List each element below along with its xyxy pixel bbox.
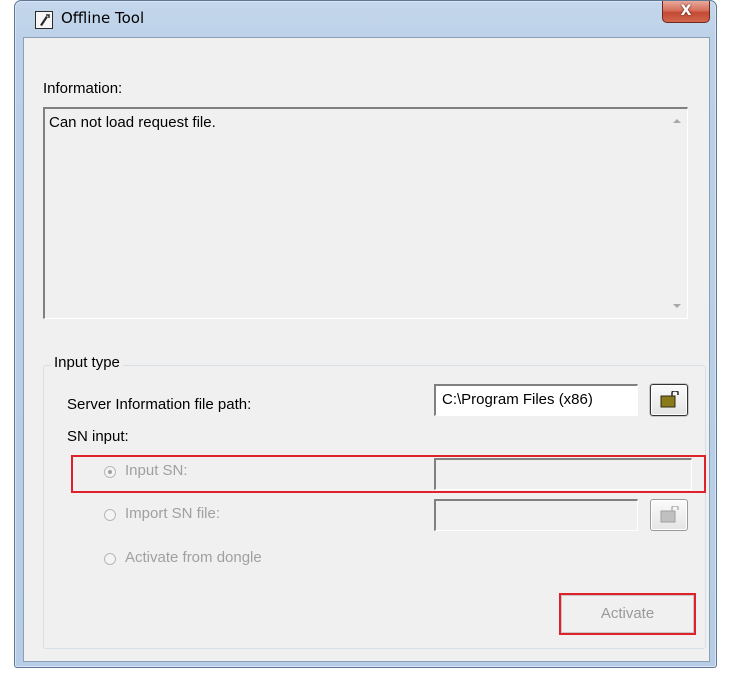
open-folder-icon xyxy=(660,506,679,523)
activate-from-dongle-radio[interactable] xyxy=(104,553,116,565)
import-sn-file-label: Import SN file: xyxy=(125,505,221,522)
close-button[interactable]: X xyxy=(662,1,710,23)
offline-tool-window: Offline Tool X Information: Can not load… xyxy=(14,0,717,668)
open-folder-icon xyxy=(660,391,679,408)
title-bar[interactable]: Offline Tool X xyxy=(15,1,716,37)
server-path-field[interactable]: C:\Program Files (x86) xyxy=(434,384,638,416)
browse-sn-file-button[interactable] xyxy=(650,499,688,531)
input-sn-label: Input SN: xyxy=(125,462,188,479)
scroll-up-arrow-icon[interactable] xyxy=(673,119,681,123)
window-title: Offline Tool xyxy=(61,9,145,27)
browse-server-path-button[interactable] xyxy=(650,384,688,416)
input-type-legend: Input type xyxy=(51,354,123,371)
activate-from-dongle-label: Activate from dongle xyxy=(125,549,262,566)
import-sn-file-radio[interactable] xyxy=(104,509,116,521)
close-icon: X xyxy=(680,3,692,19)
app-icon[interactable] xyxy=(35,11,53,29)
dialog-body: Information: Can not load request file. … xyxy=(23,37,710,662)
server-path-label: Server Information file path: xyxy=(67,396,252,413)
information-textbox[interactable]: Can not load request file. xyxy=(43,107,688,319)
input-sn-radio[interactable] xyxy=(104,466,116,478)
scroll-down-arrow-icon[interactable] xyxy=(673,304,681,308)
sn-file-field[interactable] xyxy=(434,499,638,531)
information-label: Information: xyxy=(43,80,123,97)
activate-highlight xyxy=(559,593,696,635)
sn-input-field[interactable] xyxy=(434,458,692,490)
sn-input-label: SN input: xyxy=(67,428,129,445)
information-message: Can not load request file. xyxy=(49,114,216,131)
